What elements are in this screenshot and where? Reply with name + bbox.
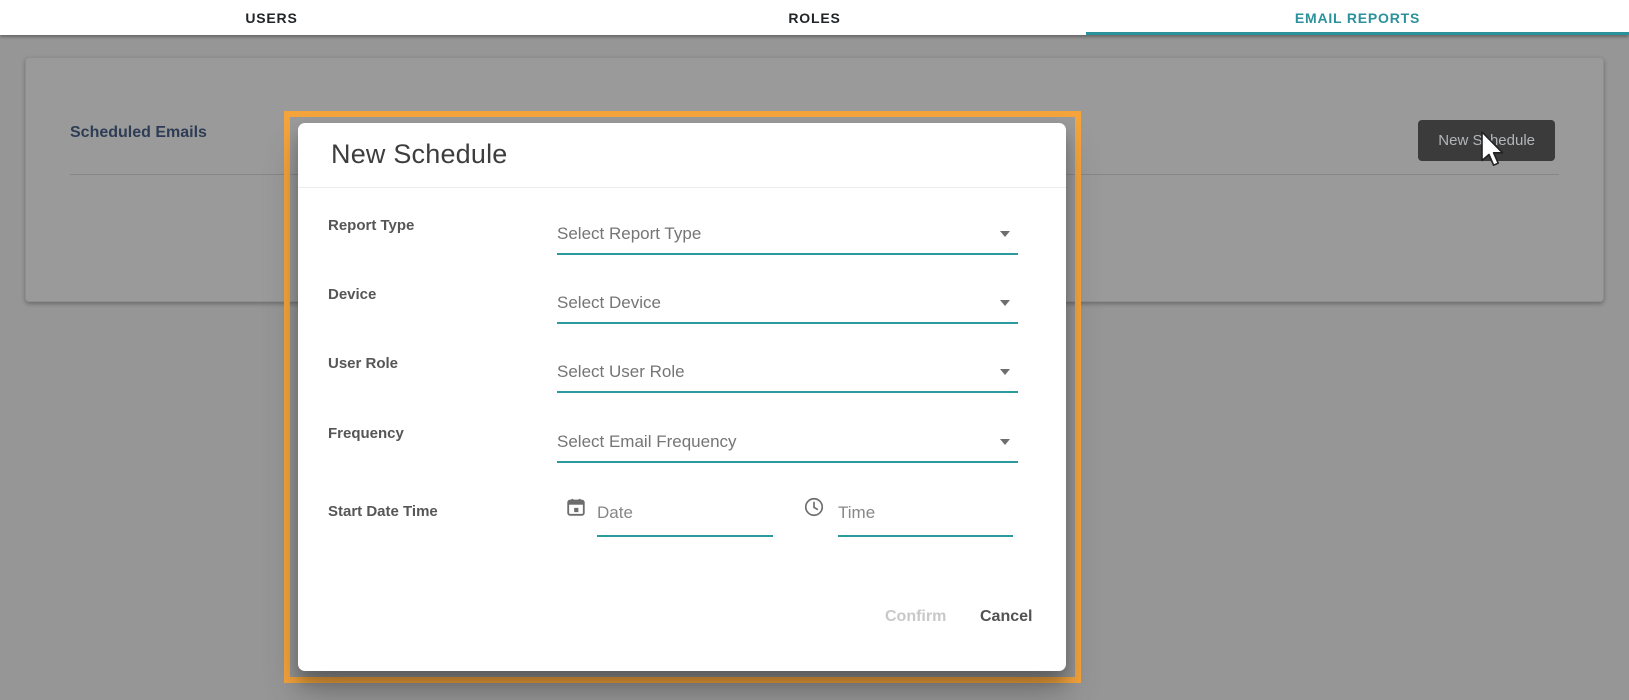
dialog-actions: Confirm Cancel	[298, 608, 1066, 632]
report-type-placeholder: Select Report Type	[557, 214, 994, 253]
date-input[interactable]: Date	[597, 489, 773, 537]
new-schedule-button[interactable]: New Schedule	[1418, 120, 1555, 161]
start-datetime-row: Start Date Time Date Time	[328, 495, 1036, 545]
user-role-select[interactable]: Select User Role	[557, 352, 1018, 393]
dialog-header: New Schedule	[298, 123, 1066, 188]
frequency-select[interactable]: Select Email Frequency	[557, 422, 1018, 463]
device-select[interactable]: Select Device	[557, 283, 1018, 324]
chevron-down-icon	[1000, 231, 1010, 237]
screen: USERS ROLES EMAIL REPORTS Scheduled Emai…	[0, 0, 1629, 700]
card-title: Scheduled Emails	[70, 124, 207, 142]
device-label: Device	[328, 286, 518, 303]
report-type-label: Report Type	[328, 217, 518, 234]
chevron-down-icon	[1000, 439, 1010, 445]
date-placeholder: Date	[597, 503, 633, 523]
frequency-label: Frequency	[328, 425, 518, 442]
chevron-down-icon	[1000, 300, 1010, 306]
time-placeholder: Time	[838, 503, 875, 523]
user-role-placeholder: Select User Role	[557, 352, 994, 391]
tab-roles[interactable]: ROLES	[543, 0, 1086, 35]
user-role-label: User Role	[328, 355, 518, 372]
tab-email-reports[interactable]: EMAIL REPORTS	[1086, 0, 1629, 35]
new-schedule-dialog: New Schedule Report Type Select Report T…	[298, 123, 1066, 671]
start-datetime-label: Start Date Time	[328, 503, 518, 520]
dialog-title: New Schedule	[331, 139, 508, 170]
frequency-placeholder: Select Email Frequency	[557, 422, 994, 461]
report-type-select[interactable]: Select Report Type	[557, 214, 1018, 255]
chevron-down-icon	[1000, 369, 1010, 375]
cancel-button[interactable]: Cancel	[980, 608, 1032, 626]
tab-bar: USERS ROLES EMAIL REPORTS	[0, 0, 1629, 35]
confirm-button[interactable]: Confirm	[885, 608, 946, 626]
tab-users[interactable]: USERS	[0, 0, 543, 35]
time-input[interactable]: Time	[838, 489, 1013, 537]
clock-icon	[803, 496, 825, 518]
device-placeholder: Select Device	[557, 283, 994, 322]
calendar-icon	[565, 496, 587, 518]
